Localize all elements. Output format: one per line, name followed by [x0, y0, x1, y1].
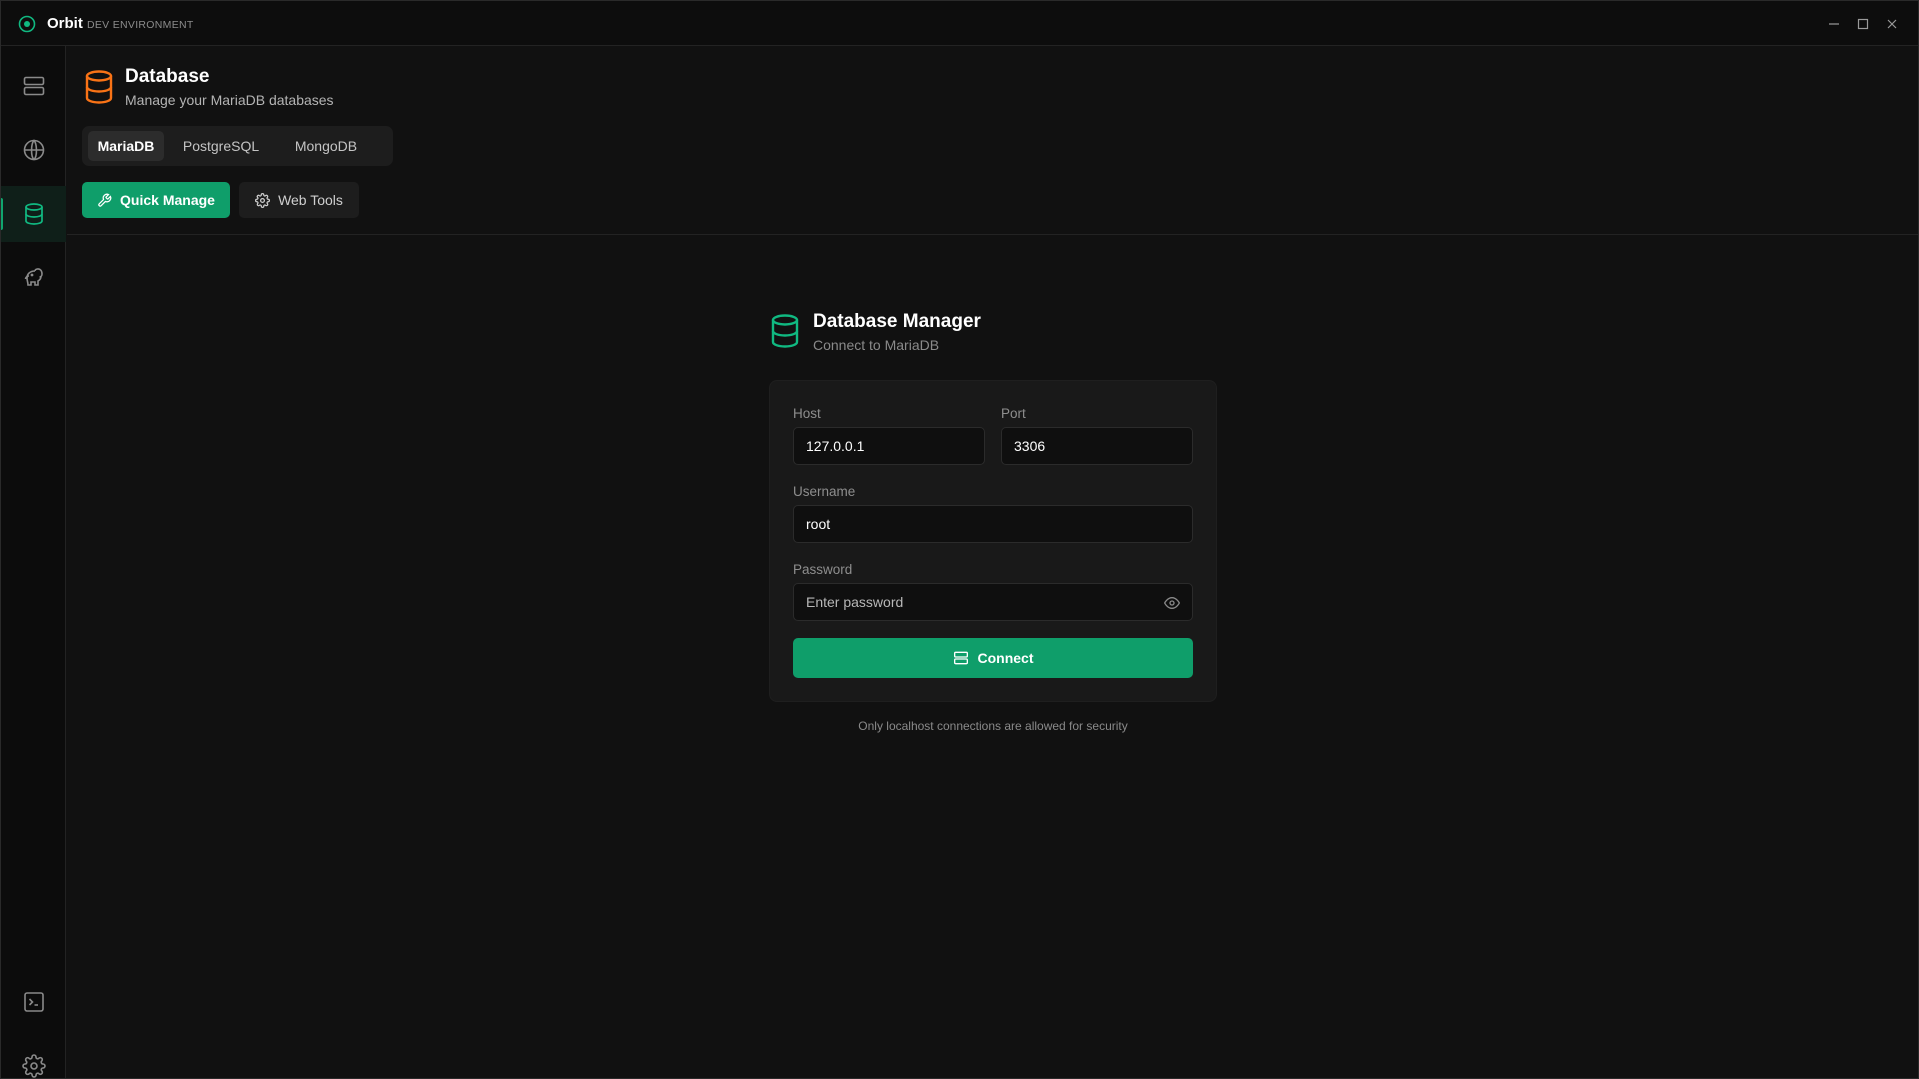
web-tools-button[interactable]: Web Tools	[239, 182, 359, 218]
terminal-icon	[23, 992, 44, 1012]
page-subtitle: Manage your MariaDB databases	[125, 92, 334, 108]
host-input[interactable]: 127.0.0.1	[793, 427, 985, 465]
server-icon	[953, 651, 968, 665]
username-label: Username	[793, 484, 856, 499]
eye-icon[interactable]	[1164, 595, 1180, 611]
maximize-icon	[1857, 18, 1869, 30]
database-icon	[85, 70, 113, 104]
environment-label: DEV ENVIRONMENT	[87, 19, 194, 31]
connect-button[interactable]: Connect	[793, 638, 1193, 678]
app-name: Orbit	[47, 15, 83, 32]
sidebar-item-terminal[interactable]	[1, 974, 66, 1030]
tab-mongodb[interactable]: MongoDB	[280, 131, 372, 161]
title-bar: Orbit DEV ENVIRONMENT	[1, 1, 1918, 46]
port-input[interactable]: 3306	[1001, 427, 1193, 465]
sidebar-item-sites[interactable]	[1, 122, 66, 178]
sidebar	[1, 46, 66, 1078]
wrench-icon	[98, 193, 112, 207]
page-title: Database	[125, 66, 210, 87]
quick-manage-button[interactable]: Quick Manage	[82, 182, 230, 218]
port-label: Port	[1001, 406, 1026, 421]
minimize-button[interactable]	[1823, 13, 1845, 35]
server-icon	[23, 76, 44, 96]
minimize-icon	[1829, 23, 1839, 25]
quick-manage-label: Quick Manage	[120, 192, 215, 208]
connection-form: Host 127.0.0.1 Port 3306 Username root P…	[769, 380, 1217, 702]
maximize-button[interactable]	[1852, 13, 1874, 35]
manager-subtitle: Connect to MariaDB	[813, 337, 940, 353]
sidebar-item-settings[interactable]	[1, 1038, 66, 1079]
tab-mariadb[interactable]: MariaDB	[88, 131, 164, 161]
host-label: Host	[793, 406, 821, 421]
sidebar-item-php[interactable]	[1, 250, 66, 306]
database-icon	[24, 203, 43, 225]
page-header: Database Manage your MariaDB databases M…	[67, 47, 1918, 235]
username-input[interactable]: root	[793, 505, 1193, 543]
sidebar-item-servers[interactable]	[1, 58, 66, 114]
gear-icon	[255, 192, 271, 208]
globe-icon	[23, 139, 44, 161]
password-label: Password	[793, 562, 853, 577]
connect-label: Connect	[977, 650, 1034, 666]
password-placeholder: Enter password	[806, 594, 904, 610]
security-note: Only localhost connections are allowed f…	[858, 719, 1128, 733]
manager-title: Database Manager	[813, 311, 981, 332]
password-input[interactable]: Enter password	[793, 583, 1193, 621]
php-elephant-icon	[24, 268, 43, 286]
web-tools-label: Web Tools	[278, 192, 343, 208]
sidebar-item-database[interactable]	[1, 186, 66, 242]
database-icon	[771, 314, 799, 348]
database-tabs: MariaDB PostgreSQL MongoDB	[82, 126, 393, 166]
app-window: Orbit DEV ENVIRONMENT Database Manage yo…	[0, 0, 1919, 1079]
tab-postgresql[interactable]: PostgreSQL	[175, 131, 267, 161]
orbit-logo-icon	[18, 15, 36, 33]
close-button[interactable]	[1881, 13, 1903, 35]
close-icon	[1887, 19, 1897, 29]
database-manager-heading: Database Manager Connect to MariaDB	[769, 311, 1069, 361]
gear-icon	[21, 1054, 46, 1078]
